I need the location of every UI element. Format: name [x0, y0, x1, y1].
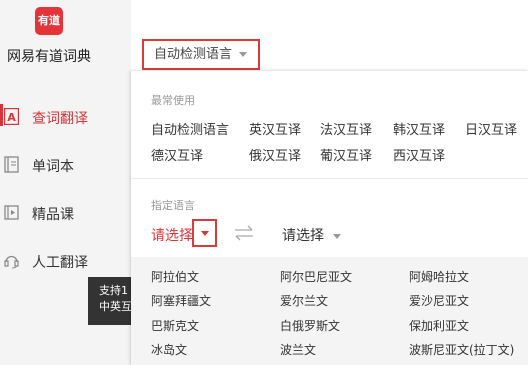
frequent-language-option[interactable]: 法汉互译	[320, 119, 372, 138]
language-option[interactable]: 巴斯克文	[151, 317, 199, 334]
swap-languages-icon[interactable]	[233, 224, 255, 242]
sidebar-item-lookup-translate[interactable]: A 查词翻译	[0, 99, 131, 135]
frequent-language-option[interactable]: 日汉互译	[465, 119, 517, 138]
frequent-section-title: 最常使用	[151, 94, 195, 107]
target-language-select[interactable]: 请选择	[282, 225, 341, 245]
svg-text:A: A	[7, 111, 16, 124]
frequent-language-option[interactable]: 德汉互译	[151, 145, 203, 164]
sidebar-item-wordbook[interactable]: 单词本	[0, 147, 131, 183]
sidebar-item-label: 精品课	[32, 207, 74, 223]
language-option[interactable]: 阿拉伯文	[151, 268, 199, 285]
specify-section-title: 指定语言	[151, 199, 195, 212]
video-course-icon	[4, 204, 19, 221]
sidebar-item-human-translation[interactable]: 人工翻译	[0, 243, 131, 279]
language-select-value: 自动检测语言	[154, 47, 233, 62]
divider	[131, 178, 528, 179]
source-language-dropdown-button[interactable]	[192, 219, 217, 247]
language-option[interactable]: 阿塞拜疆文	[151, 292, 211, 309]
language-option[interactable]: 阿姆哈拉文	[409, 268, 469, 285]
frequent-language-option[interactable]: 西汉互译	[393, 145, 445, 164]
language-option[interactable]: 爱沙尼亚文	[409, 292, 469, 309]
frequent-language-option[interactable]: 葡汉互译	[320, 145, 372, 164]
language-select[interactable]: 自动检测语言	[142, 39, 260, 70]
language-option[interactable]: 爱尔兰文	[280, 292, 328, 309]
chevron-down-icon	[239, 52, 248, 57]
tooltip: 支持1 中英互	[88, 277, 131, 325]
frequent-language-option[interactable]: 英汉互译	[249, 119, 301, 138]
chevron-down-icon	[333, 233, 341, 239]
source-language-select[interactable]: 请选择	[151, 225, 193, 245]
sidebar-item-label: 查词翻译	[32, 111, 88, 127]
chevron-down-icon	[201, 231, 209, 236]
frequent-language-option[interactable]: 韩汉互译	[393, 119, 445, 138]
language-option[interactable]: 波兰文	[280, 341, 316, 358]
app-logo: 有道	[35, 7, 63, 35]
tooltip-line: 中英互	[99, 300, 131, 313]
translate-icon: A	[3, 107, 20, 126]
app-title: 网易有道词典	[7, 49, 91, 65]
language-option[interactable]: 冰岛文	[151, 341, 187, 358]
language-option[interactable]: 白俄罗斯文	[280, 317, 340, 334]
language-option[interactable]: 波斯尼亚文(拉丁文)	[409, 341, 514, 358]
language-option[interactable]: 阿尔巴尼亚文	[280, 268, 352, 285]
language-option[interactable]: 保加利亚文	[409, 317, 469, 334]
sidebar-item-label: 单词本	[32, 159, 74, 175]
frequent-language-option[interactable]: 自动检测语言	[151, 119, 229, 138]
wordbook-icon	[4, 156, 19, 173]
target-language-value: 请选择	[282, 228, 324, 244]
sidebar: 有道 网易有道词典 A 查词翻译 单词本 精品课 人工翻译 支持1 中英互	[0, 0, 131, 365]
headset-icon	[4, 252, 19, 269]
sidebar-item-courses[interactable]: 精品课	[0, 195, 131, 231]
tooltip-line: 支持1	[99, 284, 128, 297]
frequent-language-option[interactable]: 俄汉互译	[249, 145, 301, 164]
sidebar-item-label: 人工翻译	[32, 255, 88, 271]
